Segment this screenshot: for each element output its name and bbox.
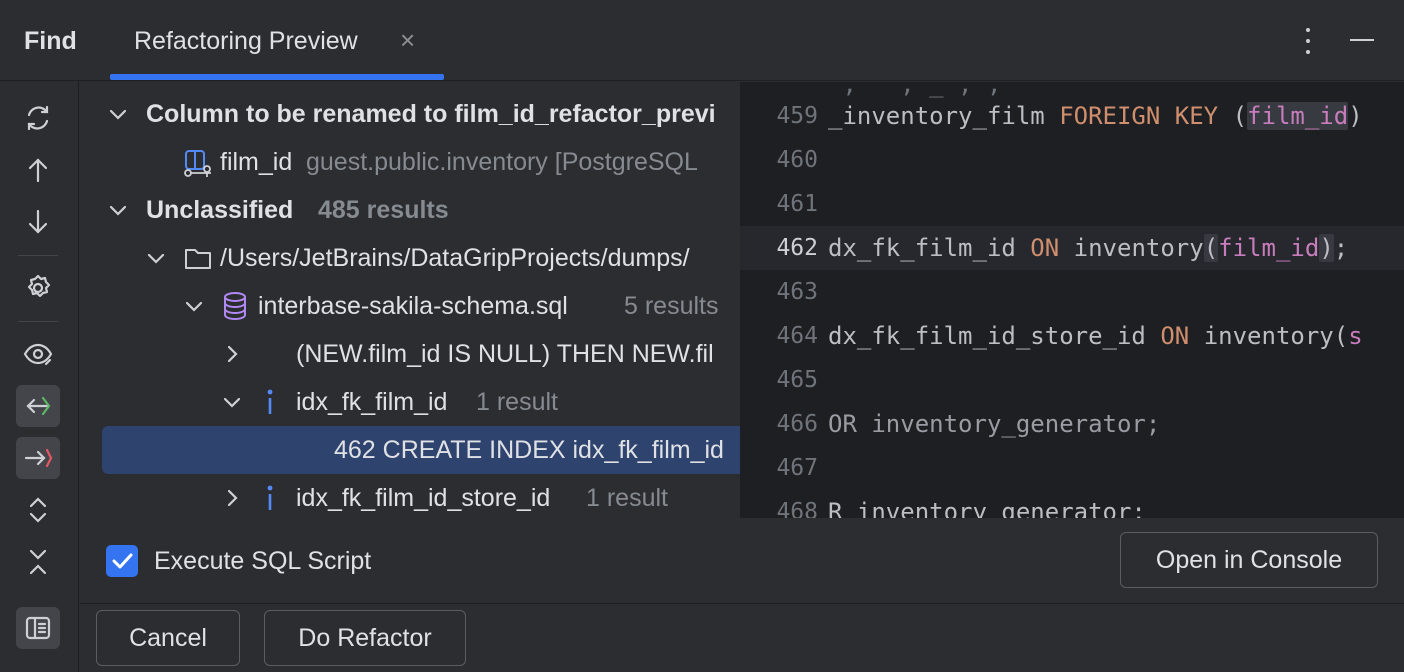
code-paren: ) xyxy=(1319,234,1334,262)
line-number: 467 xyxy=(776,455,818,481)
folder-path: /Users/JetBrains/DataGripProjects/dumps/ xyxy=(220,244,690,272)
group-title: Column to be renamed to film_id_refactor… xyxy=(146,100,716,128)
file-name: interbase-sakila-schema.sql xyxy=(258,292,568,320)
gear-icon[interactable] xyxy=(16,267,60,309)
chevron-down-icon[interactable] xyxy=(182,294,206,318)
code-keyword: ON xyxy=(1160,322,1190,350)
more-vertical-icon[interactable] xyxy=(1296,24,1320,58)
column-key-icon xyxy=(184,150,211,177)
collapse-all-icon[interactable] xyxy=(16,541,60,583)
line-number: 459 xyxy=(776,103,818,129)
tool-window-header: Find Refactoring Preview × xyxy=(0,0,1404,81)
item-name: film_id xyxy=(220,148,293,176)
rerun-icon[interactable] xyxy=(16,97,60,139)
do-refactor-button[interactable]: Do Refactor xyxy=(264,610,466,666)
line-number: 462 xyxy=(776,235,818,261)
group-title: Unclassified xyxy=(146,196,294,224)
chevron-down-icon[interactable] xyxy=(144,246,168,270)
tree-group-rename[interactable]: Column to be renamed to film_id_refactor… xyxy=(80,90,742,138)
code-text: inventory( xyxy=(1189,322,1349,350)
line-number: 468 xyxy=(776,499,818,518)
code-line-464: dx_fk_film_id_store_id ON inventory(s xyxy=(828,314,1363,358)
index-name: idx_fk_film_id xyxy=(296,388,448,416)
code-identifier: film_id xyxy=(1218,234,1320,262)
code-text: dx_fk_film_id xyxy=(828,234,1031,262)
close-icon[interactable]: × xyxy=(400,22,415,58)
index-icon xyxy=(267,389,273,414)
tab-selected-indicator xyxy=(110,74,444,80)
folder-icon xyxy=(185,249,211,269)
line-number: 465 xyxy=(776,367,818,393)
line-number: 461 xyxy=(776,191,818,217)
code-text: ) xyxy=(1348,102,1363,130)
chevron-right-icon[interactable] xyxy=(220,342,244,366)
tab-refactoring-preview[interactable]: Refactoring Preview × xyxy=(110,0,444,80)
line-number: 460 xyxy=(776,147,818,173)
index-icon xyxy=(267,485,273,510)
chevron-right-icon[interactable] xyxy=(220,486,244,510)
toolbar-separator xyxy=(18,255,58,256)
line-number: 464 xyxy=(776,323,818,349)
preview-panel-icon[interactable] xyxy=(16,607,60,649)
tree-index-row[interactable]: idx_fk_film_id_store_id 1 result xyxy=(80,474,742,518)
eye-settings-icon[interactable] xyxy=(16,333,60,375)
expand-all-icon[interactable] xyxy=(16,489,60,531)
group-count: 485 results xyxy=(318,196,449,224)
chevron-down-icon[interactable] xyxy=(220,390,244,414)
tree-item-film-id[interactable]: film_id guest.public.inventory [PostgreS… xyxy=(80,138,742,186)
import-icon[interactable] xyxy=(16,385,60,427)
code-line-462: dx_fk_film_id ON inventory(film_id); xyxy=(828,226,1348,270)
checkmark-icon xyxy=(112,553,133,569)
tree-group-unclassified[interactable]: Unclassified 485 results xyxy=(80,186,742,234)
code-text: ( xyxy=(1218,102,1248,130)
arrow-up-icon[interactable] xyxy=(16,149,60,191)
code-line-468: R inventory_generator; xyxy=(828,498,1146,518)
index-count: 1 result xyxy=(586,484,668,512)
code-identifier: s xyxy=(1348,322,1363,350)
open-in-console-button[interactable]: Open in Console xyxy=(1120,532,1378,588)
cancel-button[interactable]: Cancel xyxy=(96,610,240,666)
divider xyxy=(80,603,1404,604)
item-location: guest.public.inventory [PostgreSQL xyxy=(306,148,698,176)
line-number: 466 xyxy=(776,411,818,437)
execute-sql-checkbox[interactable] xyxy=(106,545,138,577)
code-text: dx_fk_film_id_store_id xyxy=(828,322,1161,350)
left-toolbar xyxy=(0,81,79,672)
code-paren: ( xyxy=(1203,234,1219,262)
toolbar-separator xyxy=(18,321,58,322)
code-line-466: OR inventory_generator; xyxy=(828,410,1161,438)
tree-file[interactable]: interbase-sakila-schema.sql 5 results xyxy=(80,282,742,330)
usage-tree: Column to be renamed to film_id_refactor… xyxy=(80,82,742,518)
code-identifier: film_id xyxy=(1247,102,1349,130)
minimize-icon[interactable] xyxy=(1350,39,1374,41)
index-count: 1 result xyxy=(476,388,558,416)
code-text: _inventory_film xyxy=(828,102,1060,130)
code-text: inventory xyxy=(1059,234,1204,262)
index-name: idx_fk_film_id_store_id xyxy=(296,484,551,512)
export-icon[interactable] xyxy=(16,437,60,479)
file-count: 5 results xyxy=(624,292,719,320)
code-text: ; xyxy=(1333,234,1349,262)
code-keyword: ON xyxy=(1030,234,1060,262)
line-number: 463 xyxy=(776,279,818,305)
tab-label: Refactoring Preview xyxy=(134,27,358,55)
code-line-459: _inventory_film FOREIGN KEY (film_id) xyxy=(828,94,1363,138)
tree-selected-usage[interactable]: 462 CREATE INDEX idx_fk_film_id xyxy=(80,426,742,474)
tree-folder[interactable]: /Users/JetBrains/DataGripProjects/dumps/ xyxy=(80,234,742,282)
tree-index-row[interactable]: idx_fk_film_id 1 result xyxy=(80,378,742,426)
code-preview[interactable]: , , _ , , 459 460 461 462 463 464 465 46… xyxy=(740,82,1404,518)
chevron-down-icon[interactable] xyxy=(106,102,130,126)
usage-text: (NEW.film_id IS NULL) THEN NEW.fil xyxy=(296,340,714,368)
find-title: Find xyxy=(24,27,77,55)
arrow-down-icon[interactable] xyxy=(16,201,60,243)
code-keyword: FOREIGN KEY xyxy=(1059,102,1219,130)
tree-usage-row[interactable]: (NEW.film_id IS NULL) THEN NEW.fil xyxy=(80,330,742,378)
selected-usage-text: 462 CREATE INDEX idx_fk_film_id xyxy=(334,436,724,464)
execute-sql-label[interactable]: Execute SQL Script xyxy=(154,542,371,580)
chevron-down-icon[interactable] xyxy=(106,198,130,222)
database-icon xyxy=(224,292,246,321)
